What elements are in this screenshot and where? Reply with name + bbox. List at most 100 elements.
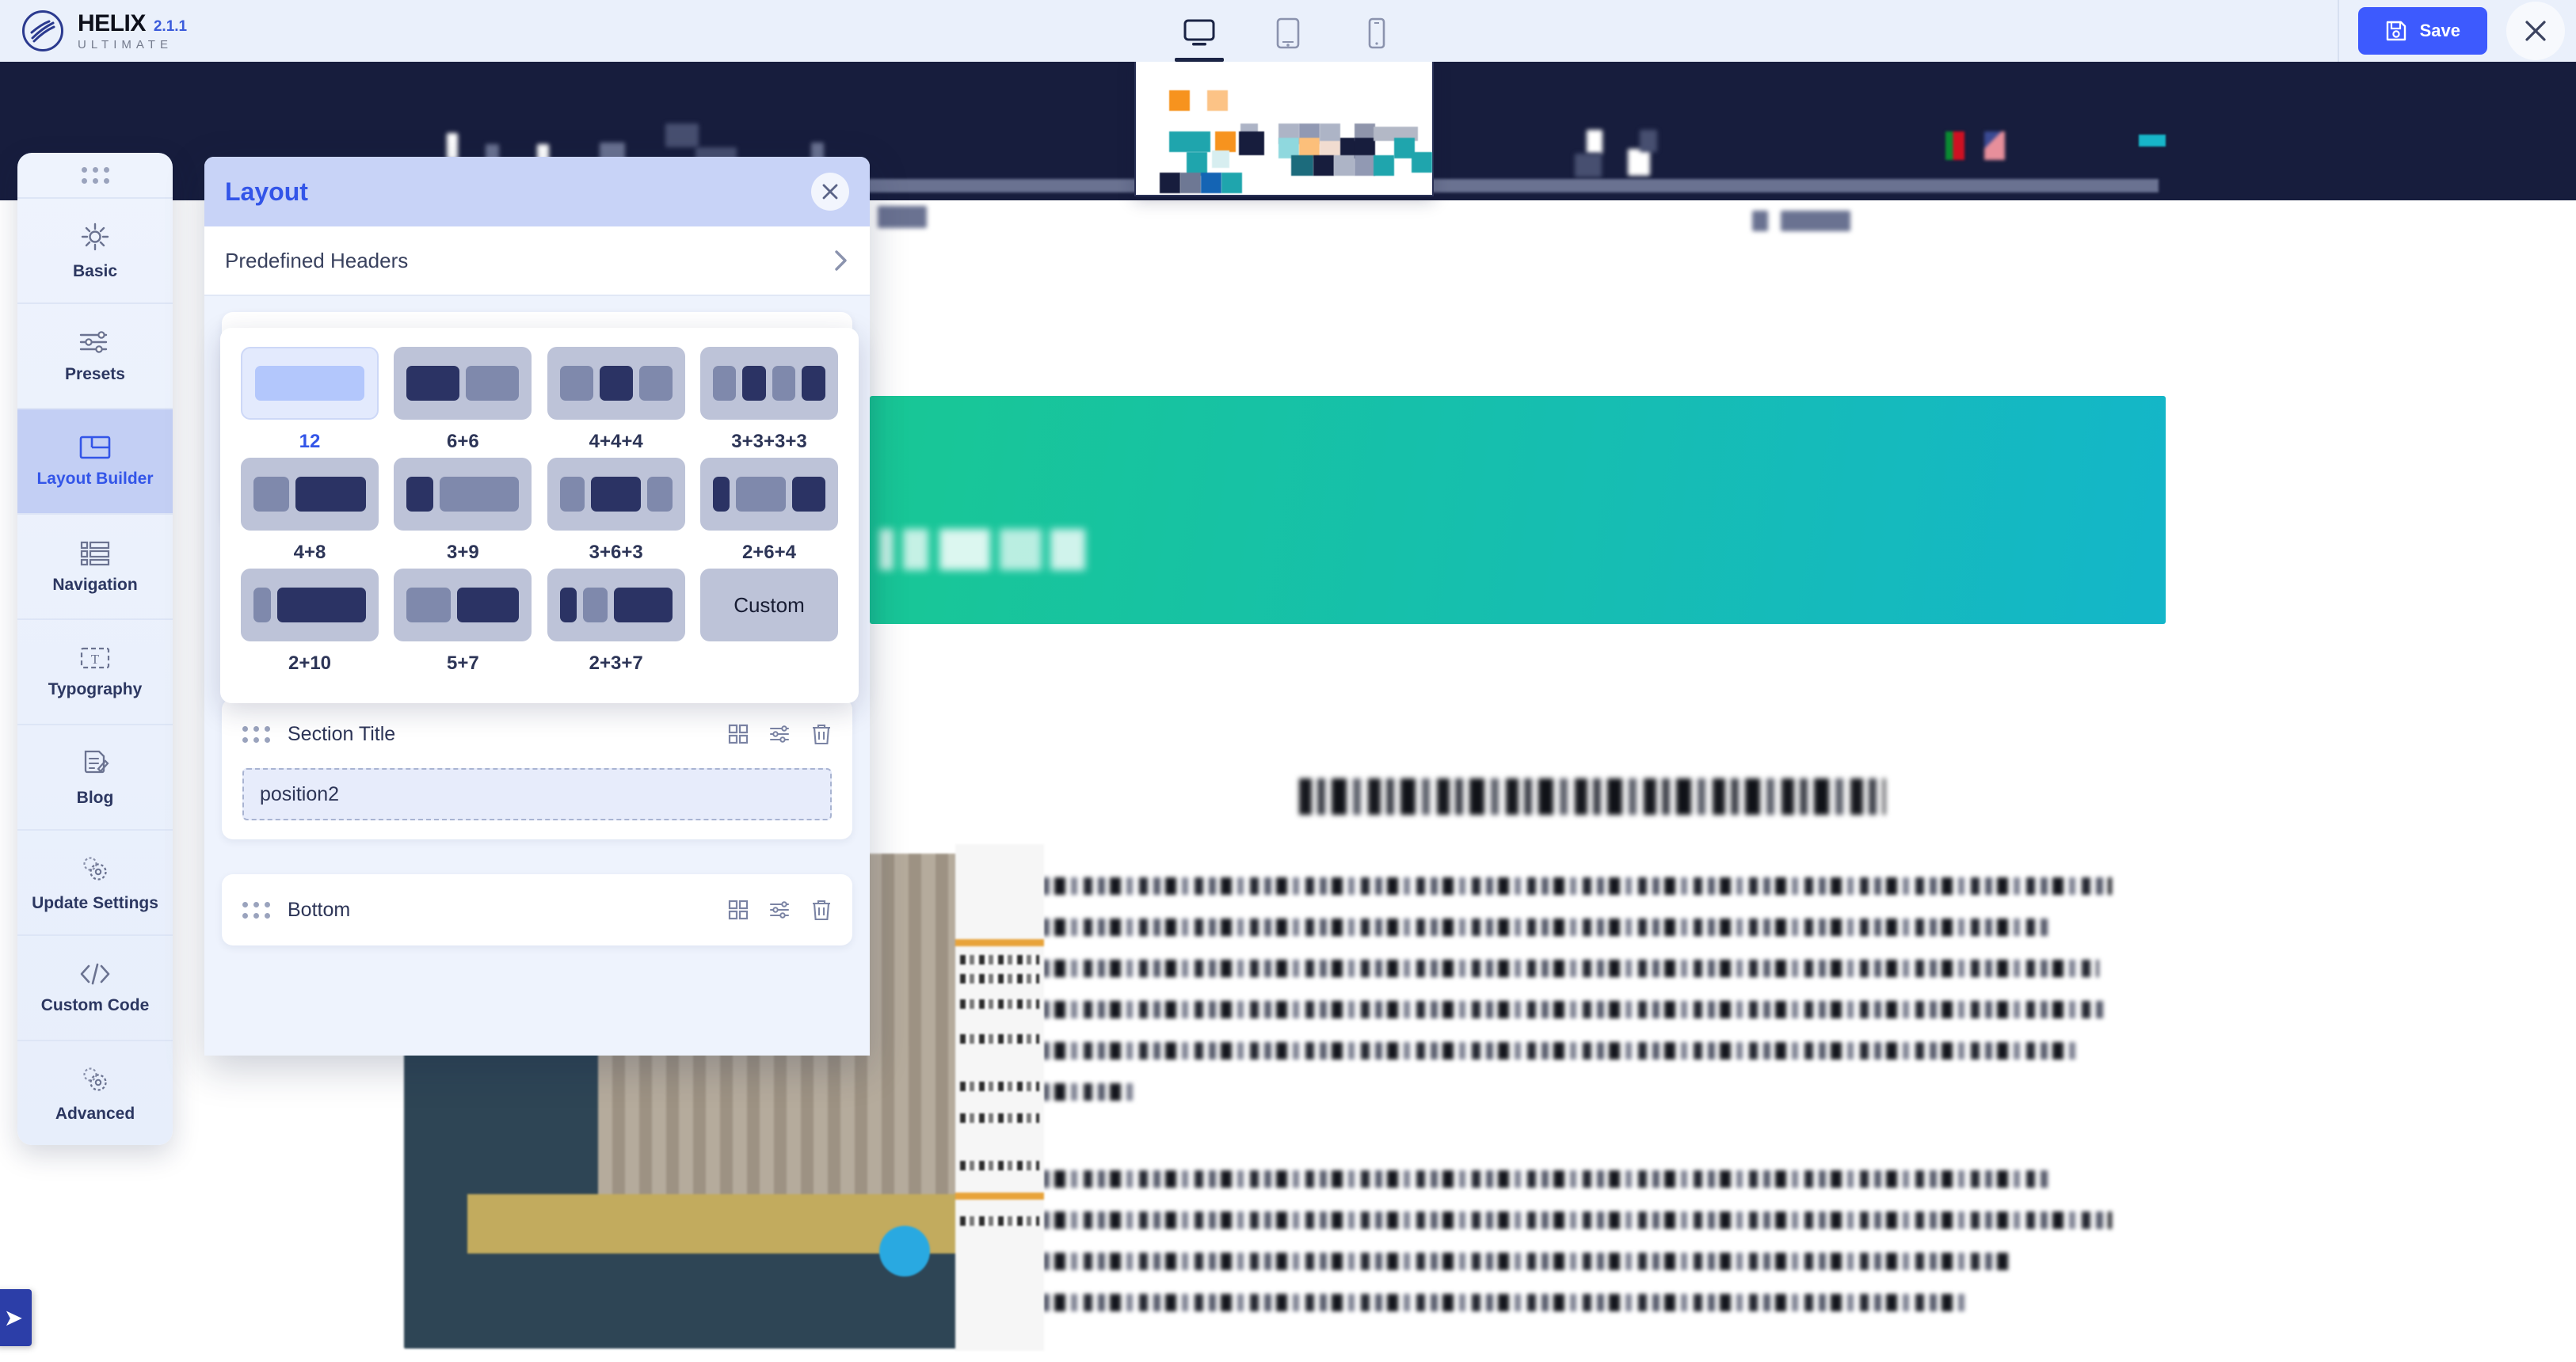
predefined-headers-label: Predefined Headers <box>225 248 409 272</box>
save-button-label: Save <box>2419 21 2460 40</box>
desktop-icon <box>1183 19 1215 46</box>
chevron-right-icon <box>835 250 847 271</box>
drag-dots-icon <box>81 166 109 184</box>
layout-section-header: Bottom <box>242 893 832 926</box>
predefined-headers-row[interactable]: Predefined Headers <box>204 226 870 296</box>
grid-option-5-7[interactable]: 5+7 <box>394 569 532 675</box>
sidebar-item-layout-builder[interactable]: Layout Builder <box>17 408 173 513</box>
grid-option-4-4-4[interactable]: 4+4+4 <box>547 347 685 453</box>
trash-icon[interactable] <box>811 898 832 922</box>
save-button[interactable]: Save <box>2357 7 2487 55</box>
gears-icon <box>83 1067 107 1091</box>
sliders-icon <box>79 330 108 353</box>
device-mobile-button[interactable] <box>1349 5 1404 62</box>
grid-option-label: 3+3+3+3 <box>731 431 807 452</box>
preview-badge-icon <box>879 1226 930 1276</box>
sidebar-item-advanced[interactable]: Advanced <box>17 1040 173 1145</box>
sidebar-item-custom-code[interactable]: Custom Code <box>17 934 173 1040</box>
layout-section-title: Section Title <box>288 722 396 745</box>
sidebar-item-label: Advanced <box>55 1104 135 1123</box>
list-icon <box>80 541 110 565</box>
sidebar-item-label: Blog <box>76 788 114 807</box>
layout-section-card: Bottom <box>222 874 852 945</box>
device-switcher <box>1172 0 1404 62</box>
gear-icon <box>81 223 109 250</box>
grid-option-2-3-7[interactable]: 2+3+7 <box>547 569 685 675</box>
sidebar-item-label: Typography <box>48 679 143 698</box>
code-brackets-icon <box>80 963 110 984</box>
layout-position-label: position2 <box>260 782 340 805</box>
grid-option-label: 6+6 <box>446 431 479 452</box>
sidebar-item-label: Layout Builder <box>36 469 154 488</box>
sidebar-item-label: Custom Code <box>40 995 150 1014</box>
grid-option-6-6[interactable]: 6+6 <box>394 347 532 453</box>
close-icon <box>822 184 838 200</box>
floating-side-tab[interactable]: ➤ <box>0 1289 32 1346</box>
text-box-icon: T <box>80 647 110 668</box>
grid-option-2-10[interactable]: 2+10 <box>241 569 379 675</box>
toolbar-divider <box>2337 0 2339 62</box>
close-editor-button[interactable] <box>2506 2 2565 60</box>
preview-progress-bar <box>784 179 2159 192</box>
grid-option-3-3-3-3[interactable]: 3+3+3+3 <box>699 347 838 453</box>
layout-position-box[interactable]: position2 <box>242 768 832 820</box>
sidebar-item-presets[interactable]: Presets <box>17 302 173 408</box>
grid-option-label: 4+8 <box>293 542 326 563</box>
sidebar-item-label: Navigation <box>52 575 138 594</box>
svg-text:T: T <box>91 652 100 667</box>
grid-icon[interactable] <box>727 723 749 745</box>
sidebar-item-update-settings[interactable]: Update Settings <box>17 829 173 934</box>
grid-option-4-8[interactable]: 4+8 <box>241 458 379 564</box>
grid-option-3-9[interactable]: 3+9 <box>394 458 532 564</box>
sidebar-item-basic[interactable]: Basic <box>17 197 173 302</box>
grid-option-custom-label: Custom <box>734 592 805 617</box>
sidebar-item-blog[interactable]: Blog <box>17 724 173 829</box>
preview-side-strip <box>955 844 1044 1351</box>
brand: HELIX 2.1.1 ULTIMATE <box>22 10 187 51</box>
toolbar-right: Save <box>2337 0 2576 62</box>
settings-sliders-icon[interactable] <box>768 724 792 744</box>
layout-panel-header: Layout <box>204 157 870 226</box>
device-tablet-button[interactable] <box>1260 5 1316 62</box>
grid-option-custom[interactable]: Custom <box>699 569 838 675</box>
grid-option-label: 3+6+3 <box>589 542 643 563</box>
grid-layout-row: 4+8 3+9 3+6+3 2+6+4 <box>241 458 838 564</box>
helix-logo-icon <box>22 10 63 51</box>
preview-hero-banner <box>870 396 2166 624</box>
drag-dots-icon[interactable] <box>242 725 270 743</box>
grid-option-label: 5+7 <box>446 652 479 674</box>
grid-icon[interactable] <box>727 899 749 921</box>
document-pen-icon <box>84 750 109 773</box>
sidebar-item-label: Basic <box>72 261 118 280</box>
sidebar-item-navigation[interactable]: Navigation <box>17 513 173 618</box>
grid-layout-row: 2+10 5+7 2+3+7 Custom <box>241 569 838 675</box>
trash-icon[interactable] <box>811 722 832 746</box>
brand-text: HELIX 2.1.1 ULTIMATE <box>78 11 187 51</box>
grid-option-label: 12 <box>299 431 321 452</box>
device-desktop-button[interactable] <box>1172 5 1227 62</box>
grid-option-2-6-4[interactable]: 2+6+4 <box>699 458 838 564</box>
grid-option-label: 4+4+4 <box>589 431 643 452</box>
gears-icon <box>83 856 107 881</box>
sidebar-item-label: Presets <box>65 364 125 383</box>
grid-layout-popup: 12 6+6 4+4+4 3+3+3+3 4+8 3+9 3+6+3 2+6+4… <box>220 328 859 703</box>
brand-subtitle: ULTIMATE <box>78 37 173 51</box>
sidebar-item-typography[interactable]: T Typography <box>17 618 173 724</box>
drag-dots-icon[interactable] <box>242 901 270 919</box>
floppy-disk-icon <box>2386 21 2406 41</box>
sidebar-drag-handle[interactable] <box>17 153 173 197</box>
settings-sliders-icon[interactable] <box>768 900 792 920</box>
mobile-icon <box>1368 17 1385 49</box>
grid-option-3-6-3[interactable]: 3+6+3 <box>547 458 685 564</box>
preview-paragraph-1 <box>1028 877 2113 1124</box>
floating-side-tab-glyph: ➤ <box>5 1305 22 1330</box>
layout-section-title: Bottom <box>288 898 351 921</box>
grid-option-12[interactable]: 12 <box>241 347 379 453</box>
layout-panel-close-button[interactable] <box>811 173 849 211</box>
grid-option-label: 3+9 <box>446 542 479 563</box>
grid-option-label: 2+3+7 <box>589 652 643 674</box>
grid-layout-row: 12 6+6 4+4+4 3+3+3+3 <box>241 347 838 453</box>
layout-section-card: Section Title position2 <box>222 698 852 839</box>
layout-panel-title: Layout <box>225 177 308 206</box>
device-preview-popup <box>1134 54 1434 196</box>
